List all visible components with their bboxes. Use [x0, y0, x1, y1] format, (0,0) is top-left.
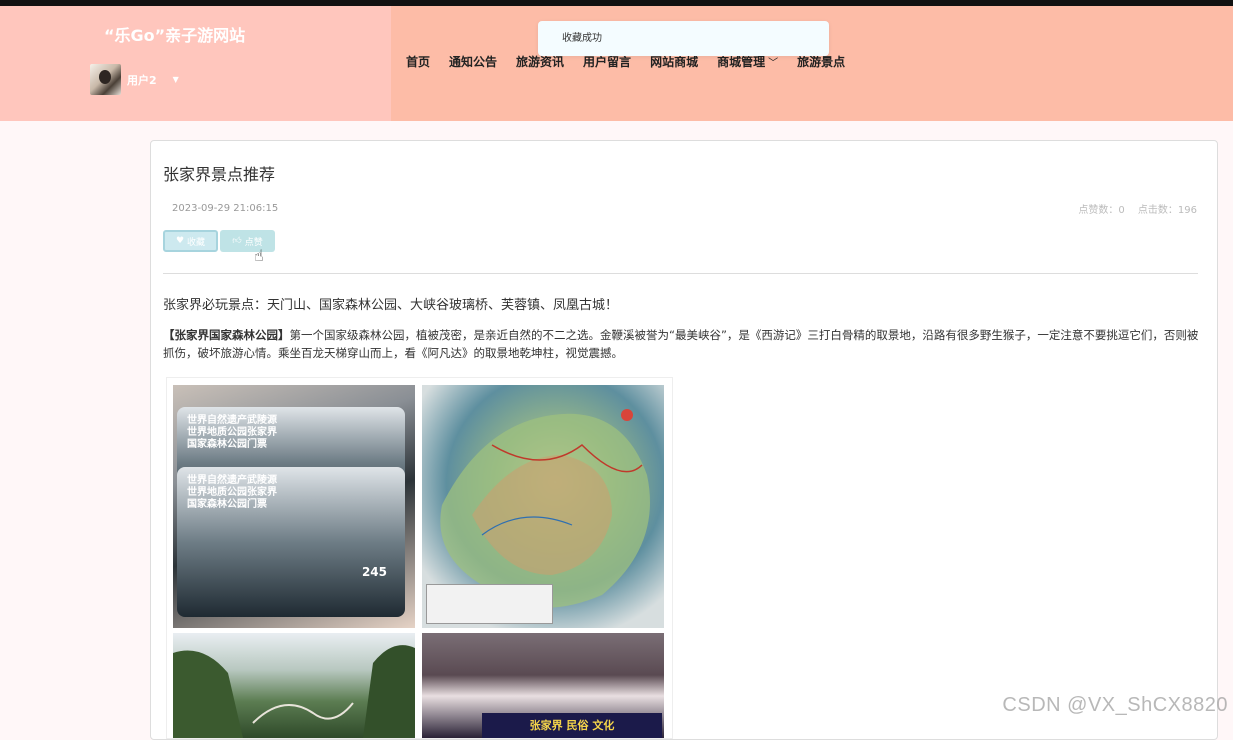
heart-icon: ♥ — [176, 236, 184, 246]
nav-item-home[interactable]: 首页 — [406, 53, 430, 70]
thumbs-up-icon: 👍︎ — [232, 236, 241, 246]
avatar[interactable] — [90, 64, 121, 95]
user-menu[interactable]: 用户2 ▼ — [90, 64, 179, 95]
caret-down-icon[interactable]: ▼ — [173, 75, 179, 84]
favorite-button-label: 收藏 — [187, 235, 205, 248]
post-title: 张家界景点推荐 — [163, 161, 275, 185]
post-paragraph: 【张家界国家森林公园】第一个国家级森林公园，植被茂密，是亲近自然的不二之选。金鞭… — [163, 326, 1203, 362]
chevron-down-icon: ﹀ — [768, 58, 778, 69]
header-brand-area: “乐Go”亲子游网站 用户2 ▼ — [0, 6, 391, 121]
like-button[interactable]: 👍︎ 点赞 — [220, 230, 275, 252]
paragraph-text: 第一个国家级森林公园，植被茂密，是亲近自然的不二之选。金鞭溪被誉为“最美峡谷”，… — [163, 328, 1198, 360]
ticket-text: 世界自然遗产武陵源 世界地质公园张家界 国家森林公园门票 — [187, 415, 277, 451]
photo-scenic-map — [422, 385, 664, 628]
building-sign: 张家界 民俗 文化 — [482, 713, 662, 738]
favorite-button[interactable]: ♥ 收藏 — [163, 230, 218, 252]
user-name[interactable]: 用户2 — [127, 72, 157, 88]
post-intro: 张家界必玩景点：天门山、国家森林公园、大峡谷玻璃桥、芙蓉镇、凤凰古城！ — [163, 294, 618, 313]
ticket-number: 245 — [362, 565, 387, 579]
click-count: 点击数：196 — [1138, 205, 1197, 216]
site-title: “乐Go”亲子游网站 — [104, 22, 245, 46]
watermark: CSDN @VX_ShCX8820 — [1002, 694, 1228, 717]
nav-item-notices[interactable]: 通知公告 — [449, 53, 497, 70]
photo-gallery: 世界自然遗产武陵源 世界地质公园张家界 国家森林公园门票 世界自然遗产武陵源 世… — [166, 377, 673, 739]
post-card: 张家界景点推荐 2023-09-29 21:06:15 点赞数：0 点击数：19… — [150, 140, 1218, 740]
nav-item-shop-admin-label: 商城管理 — [717, 55, 765, 69]
mountain-image — [173, 633, 415, 738]
toast-message: 收藏成功 — [538, 21, 829, 56]
photo-building: 张家界 民俗 文化 — [422, 633, 664, 738]
hand-cursor-icon: ☝ — [254, 246, 264, 265]
like-count: 点赞数：0 — [1078, 205, 1124, 216]
ticket-text: 世界自然遗产武陵源 世界地质公园张家界 国家森林公园门票 — [187, 475, 277, 511]
map-legend — [426, 584, 553, 624]
divider — [163, 273, 1198, 274]
ticket-card: 世界自然遗产武陵源 世界地质公园张家界 国家森林公园门票 245 — [177, 467, 405, 617]
post-date: 2023-09-29 21:06:15 — [172, 203, 278, 214]
photo-tickets: 世界自然遗产武陵源 世界地质公园张家界 国家森林公园门票 世界自然遗产武陵源 世… — [173, 385, 415, 628]
paragraph-heading: 【张家界国家森林公园】 — [163, 328, 290, 342]
post-stats: 点赞数：0 点击数：196 — [1068, 201, 1197, 216]
photo-mountain-road — [173, 633, 415, 738]
